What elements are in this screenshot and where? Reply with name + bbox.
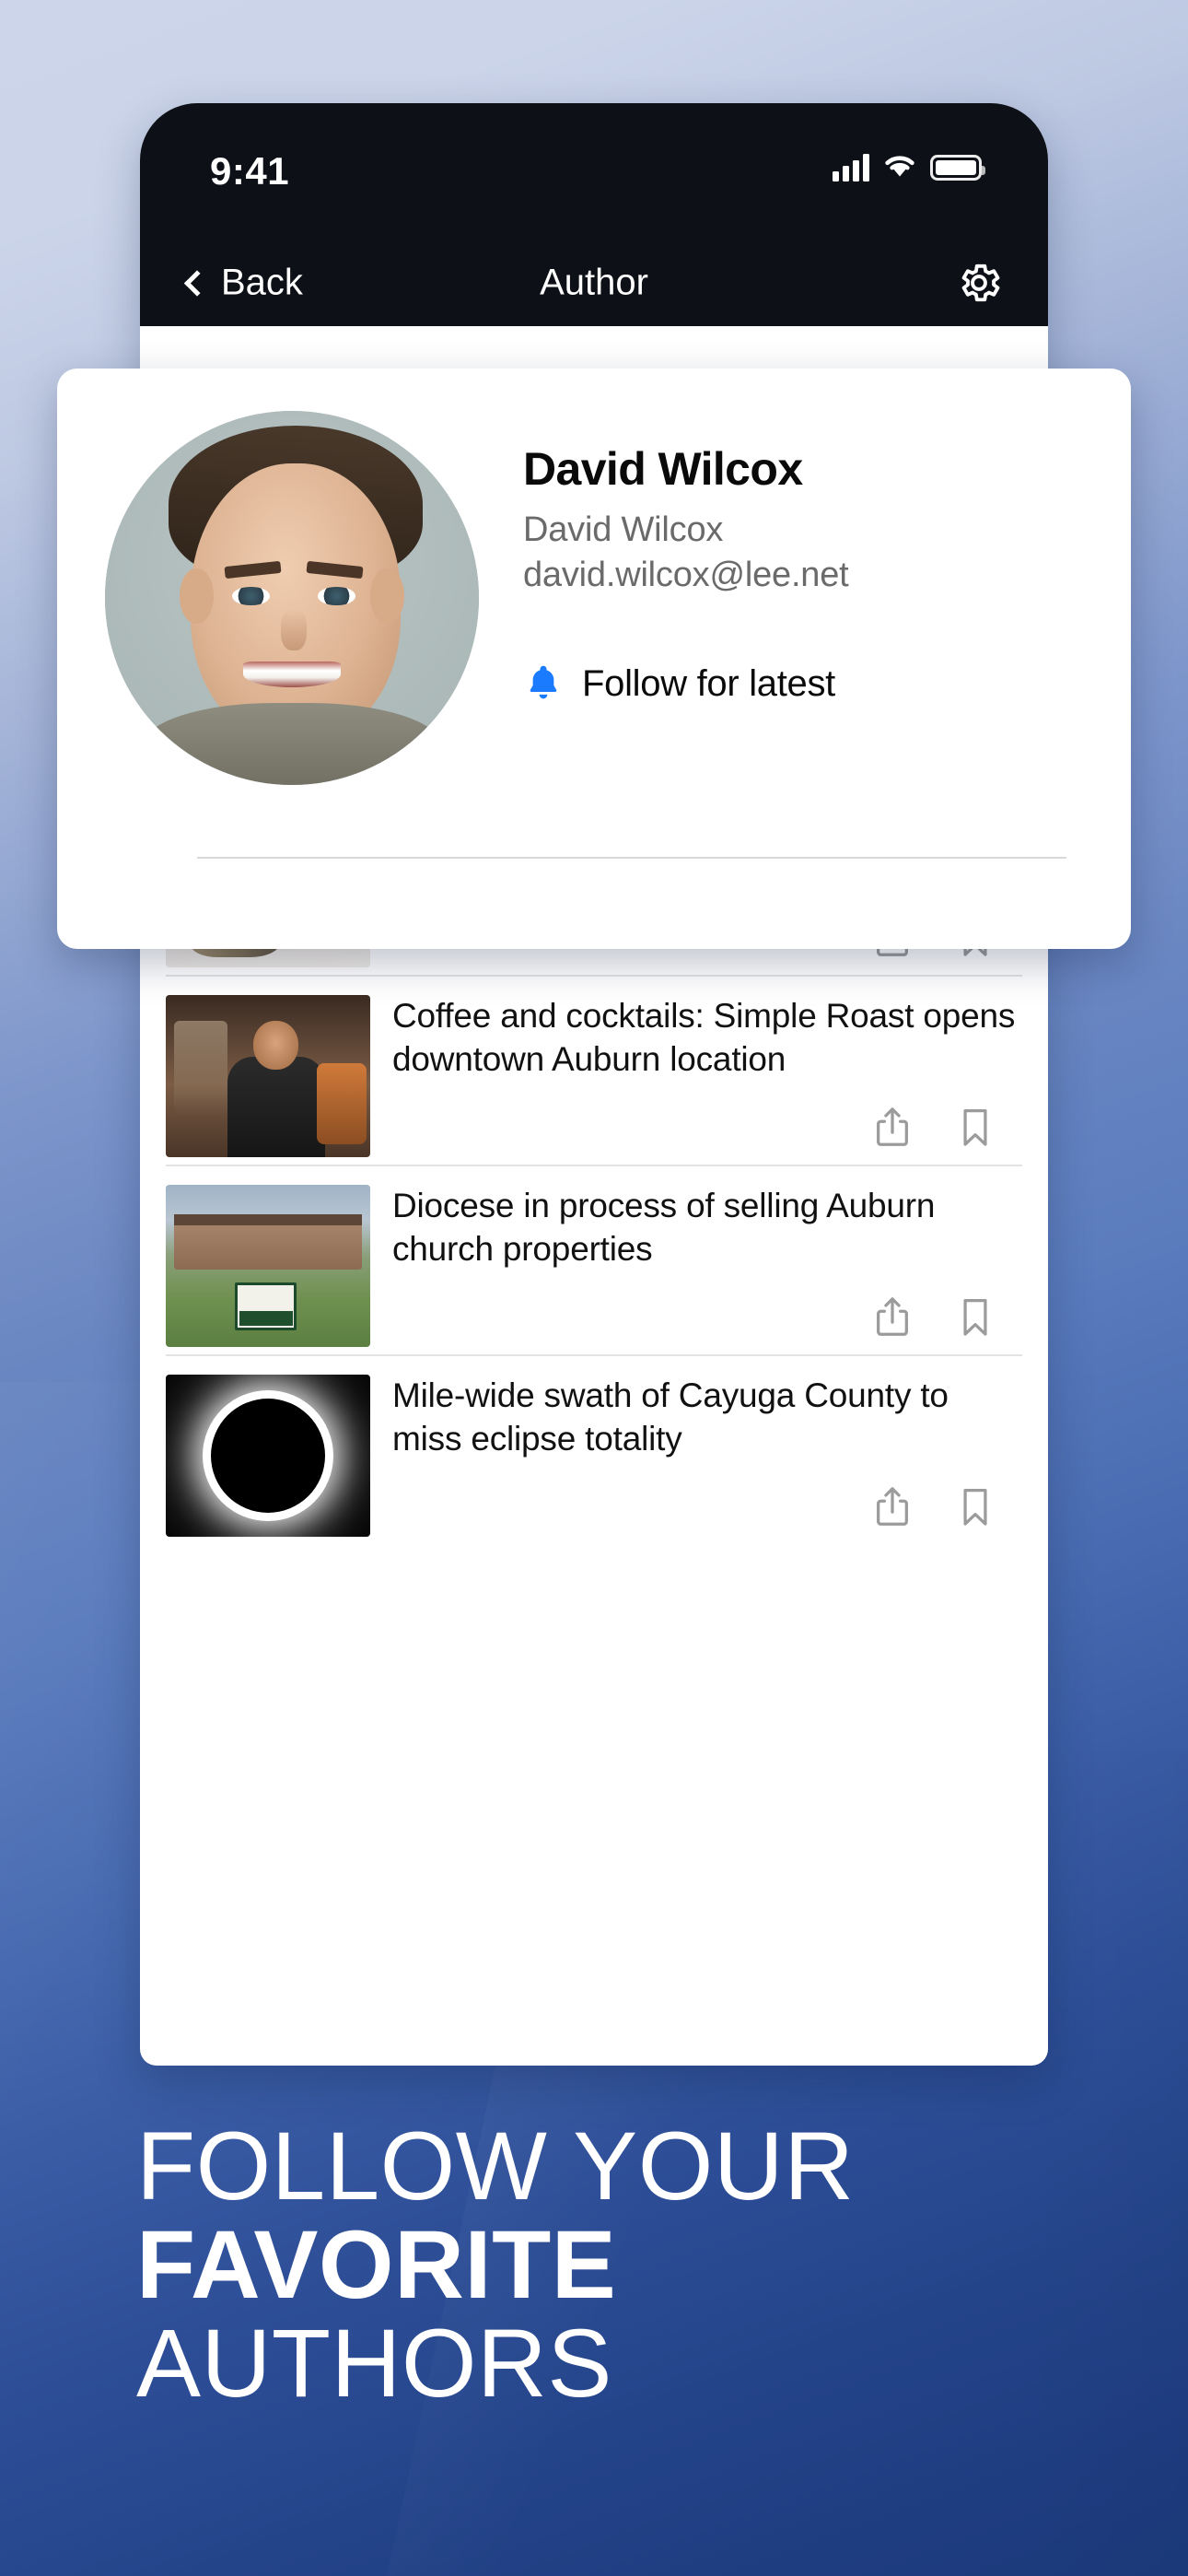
card-divider (197, 857, 1066, 859)
follow-button[interactable]: Follow for latest (523, 662, 835, 707)
article-row[interactable]: Mile-wide swath of Cayuga County to miss… (166, 1356, 1022, 1544)
author-card-top: David Wilcox David Wilcox david.wilcox@l… (105, 411, 1083, 785)
author-name: David Wilcox (523, 442, 849, 496)
cellular-signal-icon (833, 154, 869, 181)
article-body: Coffee and cocktails: Simple Roast opens… (392, 995, 1022, 1157)
caption-line-2: FAVORITE (136, 2216, 1133, 2314)
article-thumbnail (166, 995, 370, 1157)
gear-icon[interactable] (954, 258, 1004, 308)
article-body: Mile-wide swath of Cayuga County to miss… (392, 1375, 1022, 1537)
bookmark-icon[interactable] (954, 1294, 996, 1341)
article-headline: Mile-wide swath of Cayuga County to miss… (392, 1375, 1022, 1460)
promo-screenshot: 9:41 Back Author (0, 0, 1188, 2576)
caption-line-3: AUTHORS (136, 2314, 1133, 2413)
navigation-bar: Back Author (140, 240, 1048, 326)
article-thumbnail (166, 1375, 370, 1537)
article-actions (392, 1483, 1022, 1537)
thumbnail-image-sold-house (166, 1185, 370, 1347)
status-bar-icons (833, 151, 982, 183)
article-row[interactable]: Diocese in process of selling Auburn chu… (166, 1166, 1022, 1356)
battery-icon (930, 155, 982, 181)
status-bar-clock: 9:41 (210, 149, 289, 193)
article-thumbnail (166, 1185, 370, 1347)
status-bar: 9:41 (140, 103, 1048, 240)
article-headline: Coffee and cocktails: Simple Roast opens… (392, 995, 1022, 1081)
author-details: David Wilcox David Wilcox david.wilcox@l… (523, 411, 849, 785)
follow-button-label: Follow for latest (582, 663, 835, 705)
promo-caption: FOLLOW YOUR FAVORITE AUTHORS (136, 2117, 1133, 2413)
page-title: Author (140, 263, 1048, 304)
article-body: Diocese in process of selling Auburn chu… (392, 1185, 1022, 1347)
bell-icon (523, 662, 564, 707)
article-row[interactable]: Coffee and cocktails: Simple Roast opens… (166, 977, 1022, 1166)
avatar (105, 411, 479, 785)
wifi-icon (882, 151, 917, 183)
avatar-photo (105, 411, 479, 785)
thumbnail-image-barista (166, 995, 370, 1157)
thumbnail-image-eclipse (166, 1375, 370, 1537)
bookmark-icon[interactable] (954, 1104, 996, 1152)
share-icon[interactable] (871, 1104, 914, 1152)
author-email: david.wilcox@lee.net (523, 556, 849, 595)
author-profile-card: David Wilcox David Wilcox david.wilcox@l… (57, 369, 1131, 949)
article-actions (392, 1104, 1022, 1157)
share-icon[interactable] (871, 1483, 914, 1531)
bookmark-icon[interactable] (954, 1483, 996, 1531)
caption-line-1: FOLLOW YOUR (136, 2117, 1133, 2216)
article-headline: Diocese in process of selling Auburn chu… (392, 1185, 1022, 1270)
share-icon[interactable] (871, 1294, 914, 1341)
article-actions (392, 1294, 1022, 1347)
author-subtitle: David Wilcox (523, 510, 849, 550)
